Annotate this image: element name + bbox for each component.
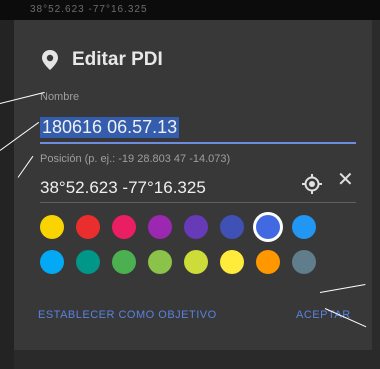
status-bar: 38°52.623 -77°16.325 <box>0 0 380 20</box>
color-swatch[interactable] <box>112 250 136 274</box>
color-swatch[interactable] <box>112 215 136 239</box>
color-swatch[interactable] <box>148 250 172 274</box>
color-swatch[interactable] <box>292 250 316 274</box>
dialog-title: Editar PDI <box>72 49 163 70</box>
position-field[interactable]: 38°52.623 -77°16.325 <box>40 178 206 198</box>
color-swatch[interactable] <box>40 250 64 274</box>
name-field-label: Nombre <box>40 91 80 103</box>
color-swatch[interactable] <box>148 215 172 239</box>
position-field-label: Posición (p. ej.: -19 28.803 47 -14.073) <box>40 153 231 165</box>
color-swatch[interactable] <box>256 215 280 239</box>
color-swatch[interactable] <box>292 215 316 239</box>
left-edge-shadow <box>0 20 14 369</box>
name-field[interactable]: 180616 06.57.13 <box>40 117 180 138</box>
position-field-underline <box>40 202 356 203</box>
name-field-underline <box>40 142 356 144</box>
set-as-target-button[interactable]: ESTABLECER COMO OBJETIVO <box>38 309 217 321</box>
color-swatch[interactable] <box>76 215 100 239</box>
color-swatch[interactable] <box>184 250 208 274</box>
dialog-header: Editar PDI <box>40 48 163 72</box>
close-icon[interactable]: ✕ <box>337 170 354 190</box>
color-swatch[interactable] <box>220 250 244 274</box>
color-swatch[interactable] <box>256 250 280 274</box>
color-swatch[interactable] <box>76 250 100 274</box>
color-swatch[interactable] <box>220 215 244 239</box>
color-swatch[interactable] <box>184 215 208 239</box>
gps-locate-icon[interactable] <box>302 174 322 194</box>
color-palette-row-2 <box>40 250 360 274</box>
map-pin-icon <box>42 50 58 70</box>
bottom-shadow <box>14 350 380 369</box>
color-palette-row-1 <box>40 215 360 239</box>
color-swatch[interactable] <box>40 215 64 239</box>
status-bar-coords: 38°52.623 -77°16.325 <box>30 4 148 15</box>
